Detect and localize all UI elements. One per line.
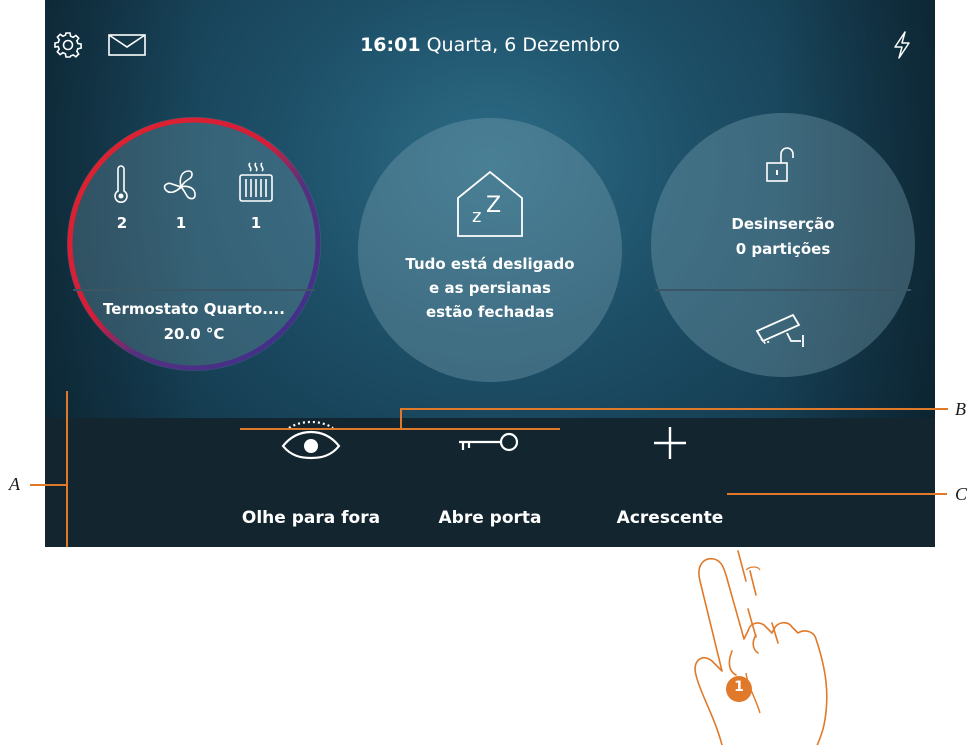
fan-icon bbox=[163, 170, 196, 200]
device-screen: 16:01 Quarta, 6 Dezembro 2 1 1 Termostat… bbox=[45, 0, 935, 547]
status-clock: 16:01 Quarta, 6 Dezembro bbox=[45, 34, 935, 56]
svg-text:z: z bbox=[472, 206, 481, 227]
house-sleep-icon: z Z bbox=[457, 170, 523, 237]
callout-a: A bbox=[9, 474, 20, 494]
key-icon bbox=[459, 432, 519, 452]
callout-c: C bbox=[955, 484, 968, 504]
callout-a-bracket bbox=[66, 391, 68, 547]
heater-count: 1 bbox=[250, 214, 262, 232]
camera-icon[interactable] bbox=[753, 309, 813, 353]
padlock-open-icon[interactable] bbox=[765, 145, 795, 185]
eye-icon bbox=[281, 420, 341, 460]
step-number: 1 bbox=[734, 679, 744, 695]
scenario-line-1: Tudo está desligado bbox=[405, 255, 575, 273]
clock-time: 16:01 bbox=[360, 34, 421, 56]
callout-a-line bbox=[30, 484, 66, 486]
thermostat-name: Termostato Quarto.... bbox=[103, 300, 285, 318]
thermostat-widget[interactable]: 2 1 1 Termostato Quarto.... 20.0 °C bbox=[67, 117, 321, 371]
fan-count: 1 bbox=[175, 214, 187, 232]
plus-icon bbox=[654, 427, 686, 459]
callout-b: B bbox=[955, 399, 966, 419]
open-door-label: Abre porta bbox=[438, 508, 542, 528]
scenario-line-2: e as persianas bbox=[429, 279, 551, 297]
callout-b-stem bbox=[400, 409, 402, 429]
clock-date: Quarta, 6 Dezembro bbox=[426, 34, 620, 56]
lightning-icon[interactable] bbox=[887, 30, 917, 60]
alarm-partitions: 0 partições bbox=[735, 240, 831, 258]
hand-pointer-illustration bbox=[694, 550, 828, 745]
look-outside-button[interactable]: Olhe para fora bbox=[226, 418, 396, 547]
alarm-widget[interactable]: Desinserção 0 partições bbox=[651, 113, 915, 377]
scenario-widget[interactable]: z Z Tudo está desligado e as persianas e… bbox=[358, 118, 622, 382]
open-door-button[interactable]: Abre porta bbox=[415, 418, 565, 547]
callout-b-line bbox=[400, 408, 948, 410]
scenario-line-3: estão fechadas bbox=[425, 303, 555, 321]
look-outside-label: Olhe para fora bbox=[241, 508, 381, 528]
thermometer-icon bbox=[114, 165, 128, 203]
svg-text:Z: Z bbox=[486, 193, 501, 218]
temperature-sensor-count: 2 bbox=[116, 214, 128, 232]
alarm-status: Desinserção bbox=[731, 215, 835, 233]
callout-c-line bbox=[727, 493, 947, 495]
thermostat-temperature: 20.0 °C bbox=[163, 325, 225, 343]
radiator-icon bbox=[239, 162, 273, 202]
